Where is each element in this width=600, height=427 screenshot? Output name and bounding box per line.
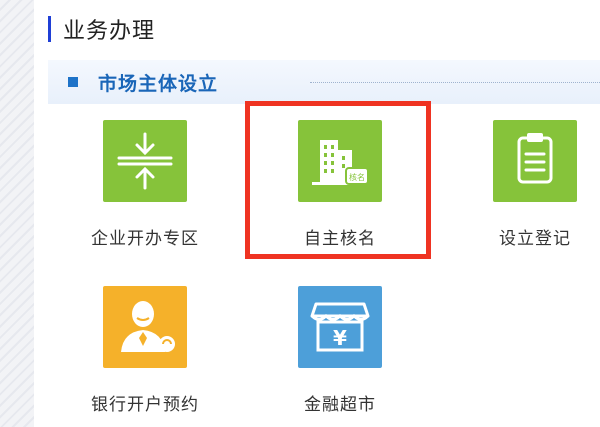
section-title: 市场主体设立 <box>98 72 219 95</box>
tile-label: 金融超市 <box>304 395 376 415</box>
finance-shop-icon: ¥ <box>298 286 382 368</box>
compress-arrows-icon <box>103 120 187 202</box>
page-title-row: 业务办理 <box>48 14 155 44</box>
yen-symbol: ¥ <box>333 326 347 350</box>
tile-bank-account-appointment[interactable]: 银行开户预约 <box>65 286 225 426</box>
highlight-box <box>245 101 431 259</box>
title-accent-bar <box>48 16 51 42</box>
tile-label: 银行开户预约 <box>91 395 199 415</box>
clipboard-icon <box>493 120 577 202</box>
left-background-stripe <box>0 0 34 427</box>
tile-label: 企业开办专区 <box>91 229 199 249</box>
business-panel: 业务办理 市场主体设立 企业开办专区 核名 自主核名 设立登记 银行开户预约 ¥… <box>34 0 600 427</box>
section-header: 市场主体设立 <box>48 60 600 104</box>
section-divider <box>310 82 600 83</box>
bank-clerk-icon <box>103 286 187 368</box>
page-title: 业务办理 <box>63 19 156 44</box>
section-square-icon <box>68 77 78 87</box>
tile-enterprise-start[interactable]: 企业开办专区 <box>65 120 225 260</box>
tile-finance-market[interactable]: ¥ 金融超市 <box>260 286 420 426</box>
tile-establish-registration[interactable]: 设立登记 <box>455 120 600 260</box>
tile-label: 设立登记 <box>499 229 571 249</box>
